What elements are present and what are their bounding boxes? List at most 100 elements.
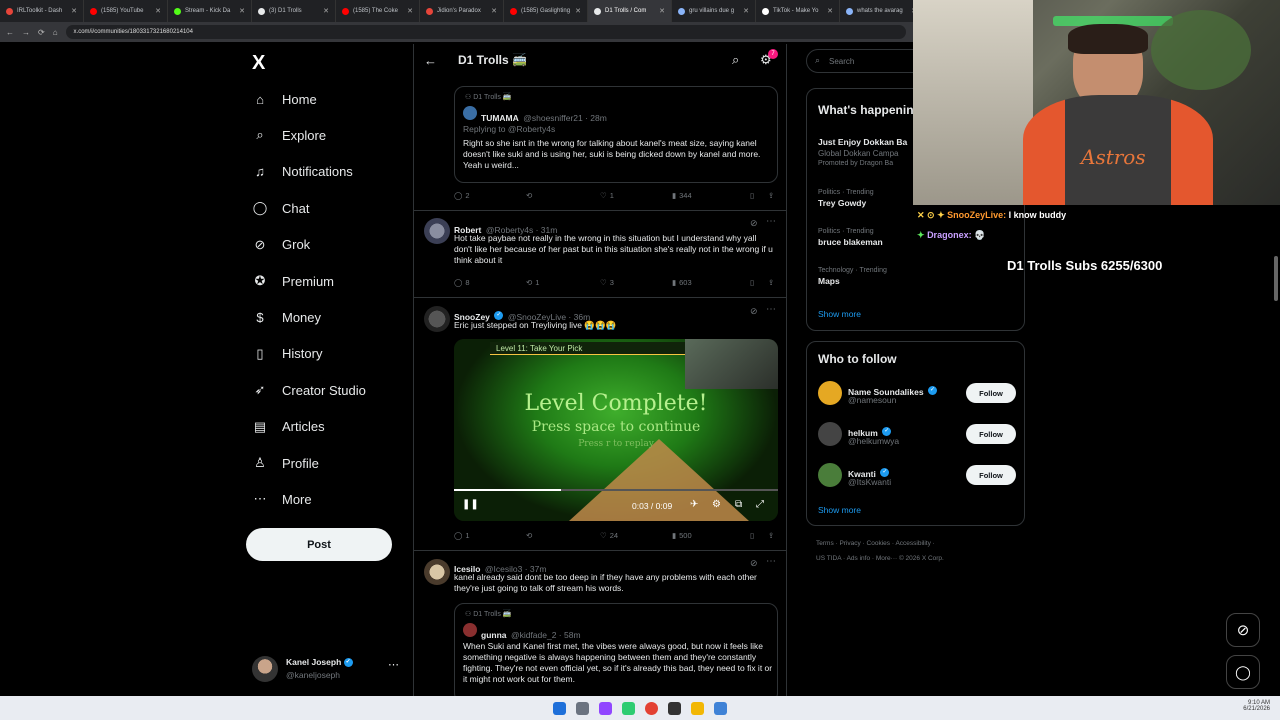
reload-icon[interactable]: ⟳ [38, 28, 45, 37]
post-button[interactable]: Post [246, 528, 392, 561]
mute-icon[interactable]: ✈ [690, 499, 698, 510]
sidebar-item-explore[interactable]: ⌕ Explore [252, 124, 326, 146]
close-icon[interactable]: ✕ [743, 7, 749, 15]
sidebar-item-grok[interactable]: ⊘ Grok [252, 234, 311, 256]
browser-tab[interactable]: (3) D1 Trolls ✕ [252, 0, 336, 22]
explorer-icon[interactable] [691, 701, 704, 715]
bookmark-icon[interactable]: ▯ [750, 191, 754, 200]
more-dots-icon[interactable]: ⋯ [766, 556, 776, 567]
browser-tab[interactable]: Stream - Kick Da ✕ [168, 0, 252, 22]
like-action[interactable]: ♡ 3 [600, 278, 614, 287]
views-action[interactable]: ▮ 500 [672, 531, 692, 540]
avatar[interactable] [424, 306, 450, 332]
taskview-icon[interactable] [576, 701, 589, 715]
reply-action[interactable]: ◯ 1 [454, 531, 470, 540]
grok-icon[interactable]: ⊘ [750, 218, 758, 229]
sidebar-item-history[interactable]: ▯ History [252, 343, 322, 365]
reply-action[interactable]: ◯ 8 [454, 278, 470, 287]
close-icon[interactable]: ✕ [407, 7, 413, 15]
app-icon[interactable] [714, 701, 727, 715]
follow-button[interactable]: Follow [966, 424, 1016, 444]
close-icon[interactable]: ✕ [323, 7, 329, 15]
more-dots-icon[interactable]: ⋯ [766, 216, 776, 227]
sidebar-item-chat[interactable]: ◯ Chat [252, 197, 310, 219]
sidebar-item-creator-studio[interactable]: ➶ Creator Studio [252, 379, 366, 401]
grok-icon[interactable]: ⊘ [750, 306, 758, 317]
follow-suggestion[interactable]: Name Soundalikes ✓ @namesoun Follow [807, 378, 1026, 414]
quoted-post[interactable]: ⚇ D1 Trolls 🚎 gunna @kidfade_2 · 58m Whe… [454, 603, 778, 696]
trend-item[interactable]: Politics · Trending bruce blakeman [818, 228, 883, 247]
browser-tab[interactable]: (1585) The Coke ✕ [336, 0, 420, 22]
views-action[interactable]: ▮ 603 [672, 278, 692, 287]
back-arrow-icon[interactable]: ← [424, 53, 437, 68]
close-icon[interactable]: ✕ [491, 7, 497, 15]
close-icon[interactable]: ✕ [71, 7, 77, 15]
browser-tab[interactable]: (1585) YouTube ✕ [84, 0, 168, 22]
repost-action[interactable]: ⟲ 1 [526, 278, 539, 287]
browser-tab[interactable]: gru villains due g ✕ [672, 0, 756, 22]
browser-tab[interactable]: Jidion's Paradox ✕ [420, 0, 504, 22]
follow-button[interactable]: Follow [966, 383, 1016, 403]
more-dots-icon[interactable]: ⋯ [766, 304, 776, 315]
fullscreen-icon[interactable]: ⤢ [756, 499, 764, 510]
sidebar-item-profile[interactable]: ♙ Profile [252, 452, 319, 474]
obs-icon[interactable] [668, 701, 681, 715]
url-field[interactable]: x.com/i/communities/1803317321680214104 [65, 25, 906, 39]
pause-icon[interactable]: ❚❚ [462, 499, 479, 510]
trend-item[interactable]: Technology · Trending Maps [818, 267, 887, 286]
back-arrow-icon[interactable]: ← [6, 28, 14, 37]
trend-item[interactable]: Politics · Trending Trey Gowdy [818, 189, 874, 208]
browser-tab[interactable]: (1585) Gaslighting ✕ [504, 0, 588, 22]
chrome-icon[interactable] [645, 701, 658, 715]
bookmark-icon[interactable]: ▯ [750, 531, 754, 540]
sidebar-item-home[interactable]: ⌂ Home [252, 88, 317, 110]
repost-action[interactable]: ⟲ [526, 531, 535, 540]
follow-suggestion[interactable]: Kwanti ✓ @ItsKwanti Follow [807, 460, 1026, 496]
avatar[interactable] [424, 559, 450, 585]
show-more-link[interactable]: Show more [818, 309, 861, 319]
sidebar-item-money[interactable]: $ Money [252, 306, 321, 328]
reply-action[interactable]: ◯ 2 [454, 191, 470, 200]
account-switcher[interactable]: Kanel Joseph ✓ @kaneljoseph ⋯ [252, 654, 412, 686]
bookmark-icon[interactable]: ▯ [750, 278, 754, 287]
video-player[interactable]: Level 11: Take Your Pick Level Complete!… [454, 339, 778, 521]
browser-tab[interactable]: whats the avarag✕ [840, 0, 924, 22]
grok-icon[interactable]: ⊘ [750, 558, 758, 569]
like-action[interactable]: ♡ 24 [600, 531, 618, 540]
sidebar-item-articles[interactable]: ▤ Articles [252, 416, 325, 438]
footer-links[interactable]: US TIDA · Ads info · More··· © 2026 X Co… [816, 555, 944, 562]
promoted-trend[interactable]: Just Enjoy Dokkan Ba Global Dokkan Campa… [818, 135, 907, 167]
views-action[interactable]: ▮ 344 [672, 191, 692, 200]
footer-links[interactable]: Terms · Privacy · Cookies · Accessibilit… [816, 540, 935, 547]
quoted-post[interactable]: ⚇ D1 Trolls 🚎 TUMAMA @shoesniffer21 · 28… [454, 86, 778, 183]
close-icon[interactable]: ✕ [155, 7, 161, 15]
share-icon[interactable]: ⇪ [768, 278, 774, 287]
video-settings-icon[interactable]: ⚙ [712, 499, 721, 510]
like-action[interactable]: ♡ 1 [600, 191, 614, 200]
sidebar-item-premium[interactable]: ✪ Premium [252, 270, 334, 292]
search-input[interactable]: Search [829, 57, 854, 66]
discord-icon[interactable] [599, 701, 612, 715]
browser-tab[interactable]: D1 Trolls / Com ✕ [588, 0, 672, 22]
messages-icon[interactable]: ◯ [1226, 655, 1260, 689]
follow-suggestion[interactable]: helkum ✓ @helkumwya Follow [807, 419, 1026, 455]
sidebar-item-more[interactable]: ⋯ More [252, 488, 312, 510]
more-dots-icon[interactable]: ⋯ [388, 658, 399, 671]
follow-button[interactable]: Follow [966, 465, 1016, 485]
share-icon[interactable]: ⇪ [768, 191, 774, 200]
browser-tab[interactable]: TikTok - Make Yo ✕ [756, 0, 840, 22]
repost-action[interactable]: ⟲ [526, 191, 535, 200]
close-icon[interactable]: ✕ [659, 7, 665, 15]
search-icon[interactable]: ⌕ [732, 52, 739, 68]
home-browser-icon[interactable]: ⌂ [53, 28, 58, 37]
share-icon[interactable]: ⇪ [768, 531, 774, 540]
close-icon[interactable]: ✕ [575, 7, 581, 15]
x-logo-icon[interactable]: X [252, 52, 265, 75]
avatar[interactable] [424, 218, 450, 244]
grok-icon[interactable]: ⊘ [1226, 613, 1260, 647]
video-progress-track[interactable] [454, 489, 778, 491]
show-more-link[interactable]: Show more [818, 505, 861, 515]
page-scrollbar[interactable] [1274, 256, 1278, 301]
close-icon[interactable]: ✕ [827, 7, 833, 15]
pip-icon[interactable]: ⧉ [735, 499, 742, 510]
